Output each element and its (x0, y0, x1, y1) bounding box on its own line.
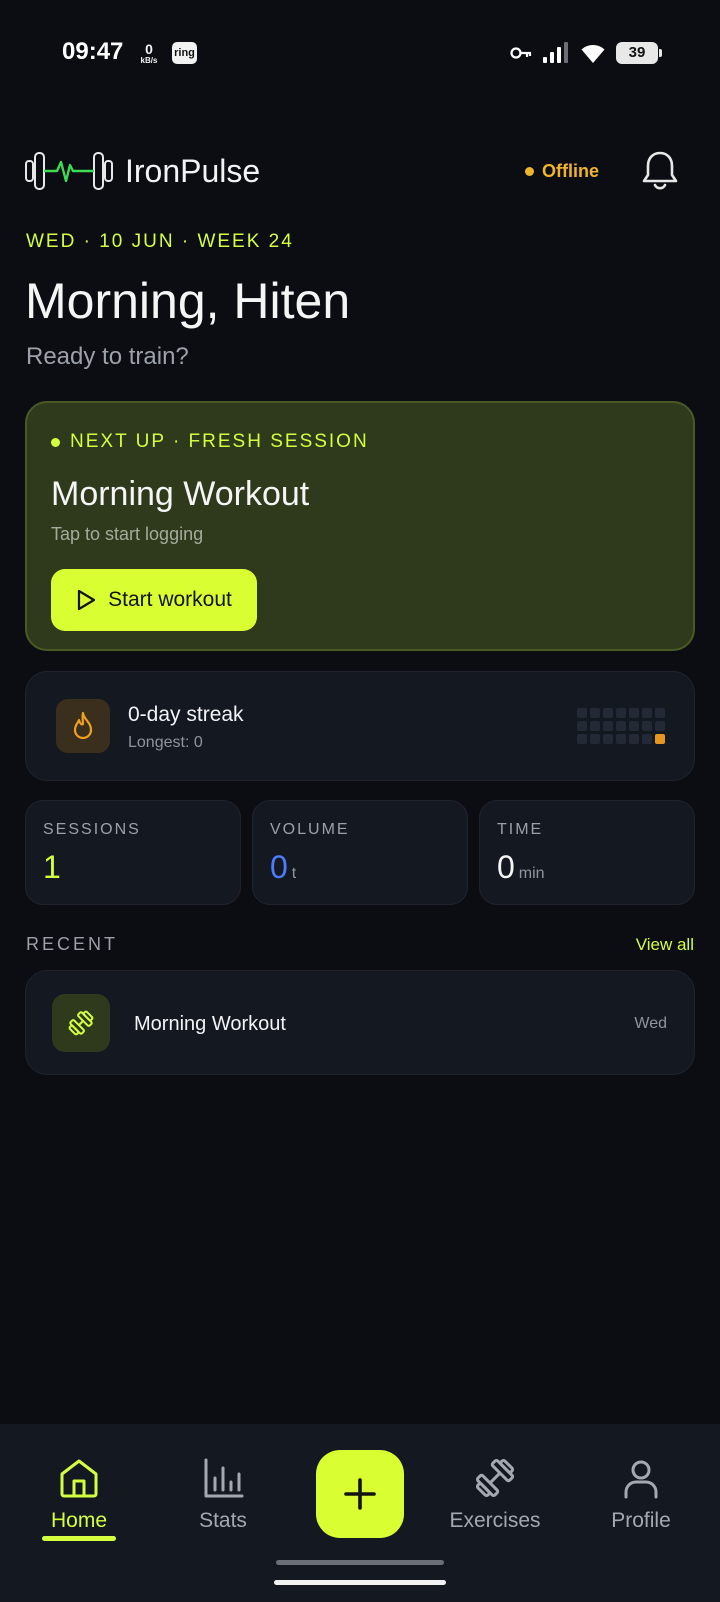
stat-number: 1 (43, 849, 61, 885)
signal-icon (543, 42, 568, 63)
streak-day-cell (603, 721, 613, 731)
status-time: 09:47 (62, 38, 124, 65)
streak-day-cell (655, 734, 665, 744)
ring-app-icon: ring (172, 42, 197, 64)
streak-day-cell (577, 734, 587, 744)
network-speed: 0 kB/s (137, 42, 161, 65)
page-subtitle: Ready to train? (26, 343, 189, 370)
stat-card-sessions[interactable]: SESSIONS 1 (25, 800, 241, 905)
nav-profile[interactable]: Profile (576, 1456, 706, 1533)
streak-day-cell (603, 734, 613, 744)
nav-home-label: Home (50, 1509, 108, 1532)
stat-label: TIME (497, 821, 544, 838)
dumbbell-pulse-logo-icon (25, 152, 113, 190)
page-title: Morning, Hiten (25, 273, 351, 329)
recent-item-day: Wed (634, 1015, 667, 1032)
nav-profile-label: Profile (611, 1509, 671, 1532)
stat-label: SESSIONS (43, 821, 141, 838)
next-up-card[interactable]: NEXT UP · FRESH SESSION Morning Workout … (25, 401, 695, 651)
streak-day-cell (655, 708, 665, 718)
key-icon (510, 47, 532, 59)
app-header: IronPulse Offline (25, 145, 695, 205)
stat-unit: t (291, 865, 297, 882)
streak-day-cell (629, 734, 639, 744)
connection-status-badge: Offline (525, 161, 599, 182)
streak-day-cell (642, 708, 652, 718)
streak-day-cell (655, 721, 665, 731)
stat-number: 0 (497, 849, 515, 885)
start-workout-label: Start workout (108, 588, 232, 611)
connection-status-text: Offline (542, 161, 599, 181)
nav-stats-label: Stats (199, 1509, 247, 1532)
streak-day-cell (590, 734, 600, 744)
bar-chart-icon (204, 1458, 244, 1498)
streak-day-cell (642, 734, 652, 744)
streak-day-cell (616, 734, 626, 744)
streak-day-cell (590, 708, 600, 718)
network-speed-unit: kB/s (140, 56, 158, 65)
recent-heading: RECENT (26, 934, 119, 954)
dumbbell-icon (68, 1010, 94, 1036)
streak-day-cell (577, 721, 587, 731)
stat-value: 0 t (270, 849, 296, 886)
nav-exercises-label: Exercises (449, 1509, 541, 1532)
add-workout-button[interactable] (316, 1450, 404, 1538)
stat-label: VOLUME (270, 821, 350, 838)
next-up-subtitle: Tap to start logging (51, 524, 204, 544)
streak-day-cell (577, 708, 587, 718)
recent-item-title: Morning Workout (134, 1013, 286, 1035)
stat-value: 1 (43, 849, 65, 886)
stat-number: 0 (270, 849, 288, 885)
flame-icon (73, 711, 93, 740)
play-icon (78, 589, 96, 611)
dumbbell-icon (475, 1458, 515, 1498)
nav-stats[interactable]: Stats (158, 1456, 288, 1533)
home-icon (60, 1459, 98, 1498)
streak-day-cell (616, 708, 626, 718)
network-speed-value: 0 (145, 41, 153, 57)
streak-title: 0-day streak (128, 703, 244, 726)
wifi-icon (581, 45, 605, 63)
notification-bell-icon[interactable] (640, 149, 680, 193)
stat-value: 0 min (497, 849, 545, 886)
user-icon (624, 1460, 658, 1499)
next-up-title: Morning Workout (51, 475, 310, 513)
streak-day-cell (629, 721, 639, 731)
streak-longest: Longest: 0 (128, 734, 203, 751)
streak-card[interactable]: 0-day streak Longest: 0 (25, 671, 695, 781)
date-line: WED · 10 JUN · WEEK 24 (26, 231, 294, 252)
streak-day-cell (642, 721, 652, 731)
recent-icon-box (52, 994, 110, 1052)
streak-day-cell (629, 708, 639, 718)
battery-icon: 39 (616, 42, 662, 64)
start-workout-button[interactable]: Start workout (51, 569, 257, 631)
stat-card-time[interactable]: TIME 0 min (479, 800, 695, 905)
next-up-label-text: NEXT UP · FRESH SESSION (70, 431, 369, 452)
gesture-bar-secondary (276, 1560, 444, 1565)
streak-day-cell (616, 721, 626, 731)
streak-icon-box (56, 699, 110, 753)
stat-unit: min (518, 865, 545, 882)
gesture-bar[interactable] (274, 1580, 446, 1585)
view-all-link[interactable]: View all (636, 935, 694, 955)
active-tab-indicator (42, 1536, 116, 1541)
status-dot-icon (525, 167, 534, 176)
plus-icon (344, 1478, 376, 1510)
status-bar: 09:47 0 kB/s ring 39 (0, 0, 720, 105)
streak-day-cell (590, 721, 600, 731)
nav-exercises[interactable]: Exercises (430, 1456, 560, 1533)
streak-day-cell (603, 708, 613, 718)
recent-workout-item[interactable]: Morning Workout Wed (25, 970, 695, 1075)
stat-card-volume[interactable]: VOLUME 0 t (252, 800, 468, 905)
next-up-label: NEXT UP · FRESH SESSION (51, 431, 369, 453)
nav-home[interactable]: Home (14, 1456, 144, 1533)
status-icons: 39 (510, 40, 662, 66)
app-name: IronPulse (125, 153, 261, 189)
next-up-dot-icon (51, 437, 60, 447)
streak-heatmap (577, 708, 665, 744)
